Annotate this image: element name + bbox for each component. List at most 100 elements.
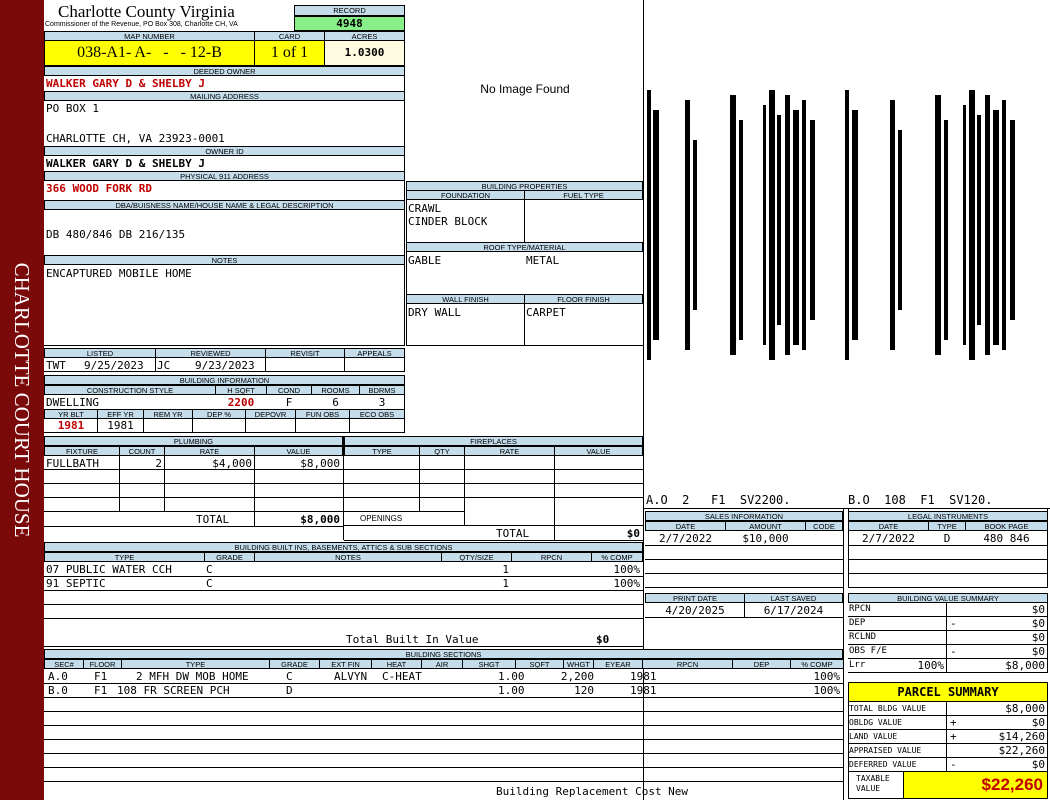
cond-label: COND [266, 385, 312, 395]
builtins-type-label: TYPE [44, 552, 205, 562]
sales-code-label: CODE [805, 521, 843, 531]
section-header-2: TYPE [121, 659, 270, 669]
sidebar-title: CHARLOTTE COURT HOUSE [10, 262, 34, 538]
parcel-divider [946, 702, 947, 772]
building-information-label: BUILDING INFORMATION [44, 375, 405, 385]
section-header-10: EYEAR [593, 659, 643, 669]
sections-header-row: SEC# FLOOR TYPE GRADE EXT FIN HEAT AIR SHGT SQFT… [44, 659, 844, 669]
legal-bookpage-label: BOOK PAGE [965, 521, 1048, 531]
legal-date-label: DATE [848, 521, 929, 531]
bvs-value-4: $8,000 [1005, 659, 1045, 672]
parcel-value-3: $22,260 [998, 744, 1045, 757]
owner-id-label: OWNER ID [44, 146, 405, 156]
replacement-cost-label: Building Replacement Cost New [496, 785, 689, 798]
foundation-2: CINDER BLOCK [408, 215, 488, 228]
section-header-11: RPCN [642, 659, 733, 669]
fixture-label: FIXTURE [44, 446, 120, 456]
fireplace-total: $0 [626, 527, 640, 540]
notes-label: NOTES [44, 255, 405, 265]
bvs-op-3: - [950, 645, 957, 658]
builtins-grade-label: GRADE [204, 552, 255, 562]
builtins-qty-label: QTY/SIZE [441, 552, 512, 562]
builtin-2-qty: 1 [502, 577, 509, 590]
building-value-summary-label: BUILDING VALUE SUMMARY [848, 593, 1048, 603]
section-header-3: GRADE [269, 659, 320, 669]
bvs-value-3: $0 [1031, 645, 1045, 658]
bdrms-value: 3 [378, 396, 386, 409]
bvs-line-4 [848, 672, 1048, 673]
print-date: 4/20/2025 [665, 604, 725, 617]
bvs-label-2: RCLND [849, 632, 877, 642]
map-number: 038-A1- A- - - 12-B [44, 40, 255, 66]
county-title: Charlotte County Virginia [58, 2, 235, 21]
roof-label: ROOF TYPE/MATERIAL [406, 242, 643, 252]
section-header-9: WHGT [563, 659, 594, 669]
owner-id: WALKER GARY D & SHELBY J [46, 157, 205, 170]
builtin-2-type: 91 SEPTIC [46, 577, 106, 590]
print-date-label: PRINT DATE [645, 593, 745, 603]
builtin-2-comp: 100% [613, 577, 641, 590]
floor-finish: CARPET [526, 306, 566, 319]
hsqft-value: 2200 [227, 396, 255, 409]
wall-finish-label: WALL FINISH [406, 294, 525, 304]
legal-type-label: TYPE [928, 521, 966, 531]
parcel-label-3: APPRAISED VALUE [849, 746, 922, 755]
rem-yr-label: REM YR [143, 409, 193, 419]
legal-description-label: DBA/BUISNESS NAME/HOUSE NAME & LEGAL DES… [44, 200, 405, 210]
plumbing-total: $8,000 [300, 513, 340, 526]
legal-book-page: 480 846 [983, 532, 1030, 545]
no-image-text: No Image Found [480, 82, 570, 96]
section-2-type: 108 FR SCREEN PCH [117, 684, 230, 697]
bvs-label-3: OBS F/E [849, 646, 887, 656]
fireplace-total-label: TOTAL [496, 527, 530, 540]
section-1-sec: A.0 [48, 670, 68, 683]
section-2-floor: F1 [94, 684, 108, 697]
section-header-6: AIR [421, 659, 463, 669]
appeals-label: APPEALS [344, 348, 405, 358]
builtins-rpcn-label: RPCN [511, 552, 592, 562]
parcel-value-1: $0 [1031, 716, 1045, 729]
builtins-total-label: Total Built In Value [346, 633, 479, 646]
plumbing-label: PLUMBING [44, 436, 343, 446]
taxable-value: $22,260 [903, 771, 1048, 799]
section-2-sec: B.0 [48, 684, 68, 697]
rooms-value: 6 [332, 396, 339, 409]
fp-rate-label: RATE [464, 446, 555, 456]
sketch-caption-b: B.O 108 F1 SV120. [848, 494, 993, 507]
sales-information-label: SALES INFORMATION [645, 511, 843, 521]
builtin-1-qty: 1 [502, 563, 509, 576]
section-header-4: EXT FIN [319, 659, 372, 669]
bvs-value-0: $0 [1031, 603, 1045, 616]
builtin-1-grade: C [206, 563, 213, 576]
parcel-value-2: $14,260 [998, 730, 1045, 743]
dep-pct-label: DEP % [192, 409, 246, 419]
parcel-op-4: - [950, 758, 957, 771]
construction-style: DWELLING [46, 396, 99, 409]
parcel-label-4: DEFERRED VALUE [849, 760, 917, 769]
physical-address: 366 WOOD FORK RD [46, 182, 152, 195]
section-1-heat: C-HEAT [382, 670, 422, 683]
deeded-owner-label: DEEDED OWNER [44, 66, 405, 76]
sketch-drawing [647, 90, 1015, 360]
section-1-comp: 100% [813, 670, 841, 683]
sales-amount-label: AMOUNT [725, 521, 806, 531]
mailing-line-1: PO BOX 1 [46, 102, 99, 115]
parcel-summary-title: PARCEL SUMMARY [848, 682, 1048, 702]
notes-text: ENCAPTURED MOBILE HOME [46, 267, 192, 280]
deeded-owner: WALKER GARY D & SHELBY J [46, 77, 205, 90]
listed-label: LISTED [44, 348, 156, 358]
foundation-label: FOUNDATION [406, 190, 525, 200]
eff-yr-value: 1981 [107, 419, 134, 432]
section-header-0: SEC# [44, 659, 84, 669]
section-header-8: SQFT [515, 659, 564, 669]
parcel-label-0: TOTAL BLDG VALUE [849, 704, 927, 713]
builtins-notes-label: NOTES [254, 552, 442, 562]
last-saved: 6/17/2024 [763, 604, 824, 617]
builtins-total: $0 [596, 633, 610, 646]
depovr-label: DEPOVR [245, 409, 296, 419]
sale-amount: $10,000 [742, 532, 789, 545]
section-header-12: DEP [732, 659, 791, 669]
section-1-sqft: 2,200 [560, 670, 594, 683]
bvs-label-0: RPCN [849, 604, 871, 614]
parcel-value-4: $0 [1031, 758, 1045, 771]
